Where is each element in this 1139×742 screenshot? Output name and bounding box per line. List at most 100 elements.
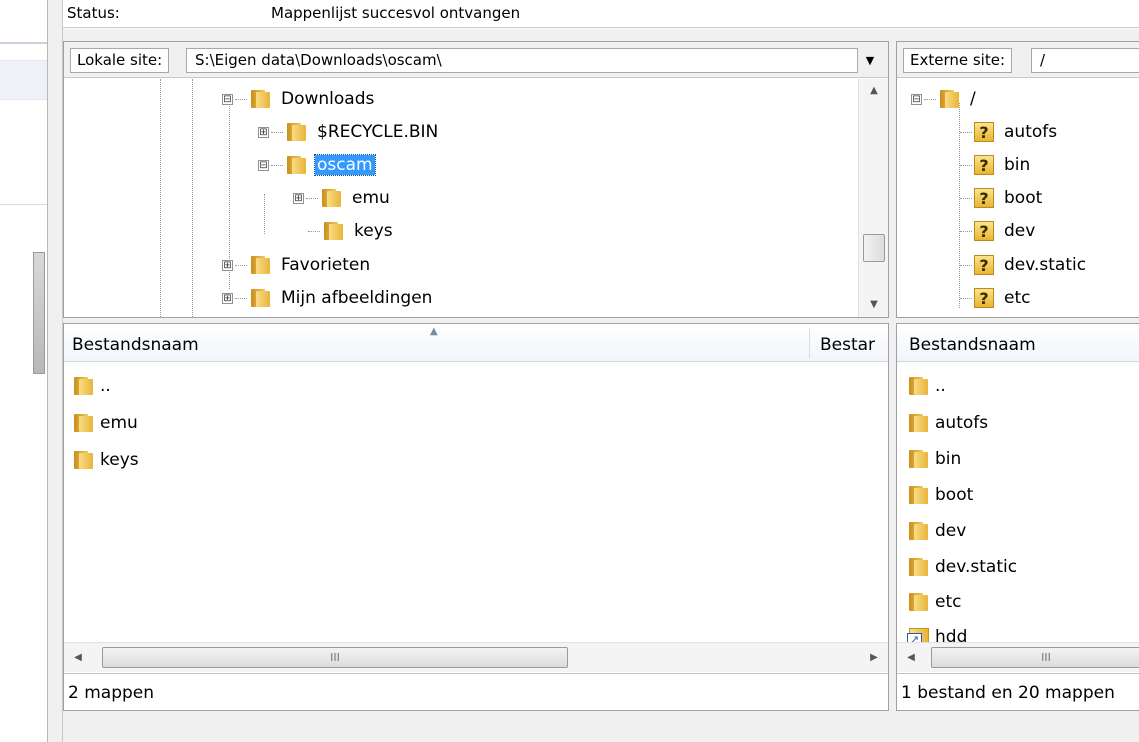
tree-item-downloads[interactable]: ⊟ Downloads [222,84,376,114]
file-name: dev.static [935,557,1018,577]
tree-item-oscam[interactable]: ⊟ oscam [258,150,376,180]
local-list-hscrollbar[interactable]: ◀ III ▶ [64,642,888,672]
file-name: autofs [935,413,989,433]
folder-icon [907,376,929,396]
column-header-filename[interactable]: Bestandsnaam [901,324,1036,362]
tree-item-label: keys [354,221,393,241]
local-status-line: 2 mappen [64,673,888,710]
folder-icon [322,221,344,241]
file-name: keys [100,450,139,470]
scroll-thumb[interactable]: III [102,647,568,668]
remote-site-label: Externe site: [903,48,1013,73]
remote-list-header: Bestandsnaam [897,324,1139,362]
list-item[interactable]: dev.static [907,550,1017,584]
tree-item-label: boot [1004,188,1043,208]
folder-icon [285,122,307,142]
collapse-icon[interactable]: ⊟ [258,159,269,171]
tree-item-autofs[interactable]: ? autofs [960,117,1059,147]
local-path-input[interactable]: S:\Eigen data\Downloads\oscam\ [186,48,858,73]
folder-icon [320,188,342,208]
folder-icon [907,449,929,469]
scroll-up-icon[interactable]: ▲ [859,79,888,103]
tree-item-favorieten[interactable]: ⊞ Favorieten [222,250,372,280]
local-file-list: ▲ Bestandsnaam Bestar .. emu keys ◀ III … [63,323,889,711]
tree-item-label: autofs [1004,122,1058,142]
folder-icon [72,450,94,470]
tree-item-dev-static[interactable]: ? dev.static [960,250,1088,280]
unknown-folder-icon: ? [974,255,994,275]
status-log-label: Status: [67,4,120,22]
list-item[interactable]: keys [72,443,139,477]
tree-item-recycle-bin[interactable]: ⊞ $RECYCLE.BIN [258,117,440,147]
local-directory-tree: ⊟ Downloads ⊞ $RECYCLE.BIN ⊟ oscam ⊞ emu… [64,79,888,317]
list-item[interactable]: boot [907,478,973,512]
remote-list-hscrollbar[interactable]: ◀ III [897,642,1139,672]
local-site-bar: Lokale site: S:\Eigen data\Downloads\osc… [64,42,888,78]
remote-tree-pane: Externe site: / ⊟ / ? autofs ? bin ? boo… [896,41,1139,318]
tree-item-etc[interactable]: ? etc [960,283,1032,313]
message-log[interactable]: Status: Mappenlijst succesvol ontvangen [63,0,1139,28]
folder-icon [72,376,94,396]
unknown-folder-icon: ? [974,155,994,175]
folder-icon [249,288,271,308]
scroll-thumb[interactable]: III [931,647,1139,668]
list-item[interactable]: autofs [907,406,988,440]
expand-icon[interactable]: ⊞ [222,292,233,304]
tree-item-label: Downloads [281,89,375,109]
remote-path-input[interactable]: / [1031,48,1139,73]
tree-item-keys[interactable]: keys [308,216,395,246]
tree-item-label: dev.static [1004,255,1087,275]
list-item[interactable]: dev [907,514,966,548]
tree-item-dev[interactable]: ? dev [960,216,1037,246]
list-item[interactable]: emu [72,406,138,440]
folder-icon [907,413,929,433]
file-name: emu [100,413,138,433]
list-item[interactable]: bin [907,442,961,476]
status-log-message: Mappenlijst succesvol ontvangen [271,4,521,22]
tree-item-label: Mijn afbeeldingen [281,288,433,308]
file-name: dev [935,521,967,541]
list-item[interactable]: .. [72,369,111,403]
tree-item-root[interactable]: ⊟ / [911,84,978,114]
tree-item-label: Favorieten [281,255,371,275]
scroll-left-icon[interactable]: ◀ [64,643,92,673]
folder-icon [907,592,929,612]
chevron-down-icon[interactable]: ▼ [858,48,882,73]
local-tree-vscrollbar[interactable]: ▲ ▼ [858,79,888,317]
tree-item-bin[interactable]: ? bin [960,150,1032,180]
background-window [0,0,47,742]
tree-item-label: emu [352,188,390,208]
tree-item-mijn-afbeeldingen[interactable]: ⊞ Mijn afbeeldingen [222,283,434,313]
expand-icon[interactable]: ⊞ [293,192,304,204]
file-name: bin [935,449,962,469]
column-header-filesize[interactable]: Bestar [812,324,875,362]
folder-icon [907,557,929,577]
scroll-down-icon[interactable]: ▼ [859,293,888,317]
tree-item-emu[interactable]: ⊞ emu [293,183,392,213]
list-item[interactable]: .. [907,369,946,403]
tree-item-label: $RECYCLE.BIN [317,122,439,142]
folder-icon [249,255,271,275]
scroll-thumb[interactable] [863,234,885,262]
file-name: etc [935,592,962,612]
scroll-left-icon[interactable]: ◀ [897,643,925,673]
scroll-right-icon[interactable]: ▶ [860,643,888,673]
folder-icon [249,89,271,109]
collapse-icon[interactable]: ⊟ [222,93,233,105]
expand-icon[interactable]: ⊞ [222,259,233,271]
remote-file-list: Bestandsnaam .. autofs bin boot dev dev.… [896,323,1139,711]
unknown-folder-icon: ? [974,122,994,142]
file-name: .. [100,376,111,396]
collapse-icon[interactable]: ⊟ [911,93,922,105]
list-item[interactable]: etc [907,585,961,619]
folder-icon [938,89,960,109]
window-divider[interactable] [47,0,63,742]
file-name: boot [935,485,974,505]
remote-site-bar: Externe site: / [897,42,1139,78]
column-header-filename[interactable]: Bestandsnaam [64,324,199,362]
tree-item-boot[interactable]: ? boot [960,183,1044,213]
tree-item-label: etc [1004,288,1031,308]
remote-directory-tree: ⊟ / ? autofs ? bin ? boot ? dev ? dev.st… [897,79,1139,317]
expand-icon[interactable]: ⊞ [258,126,269,138]
local-list-header: ▲ Bestandsnaam Bestar [64,324,888,362]
